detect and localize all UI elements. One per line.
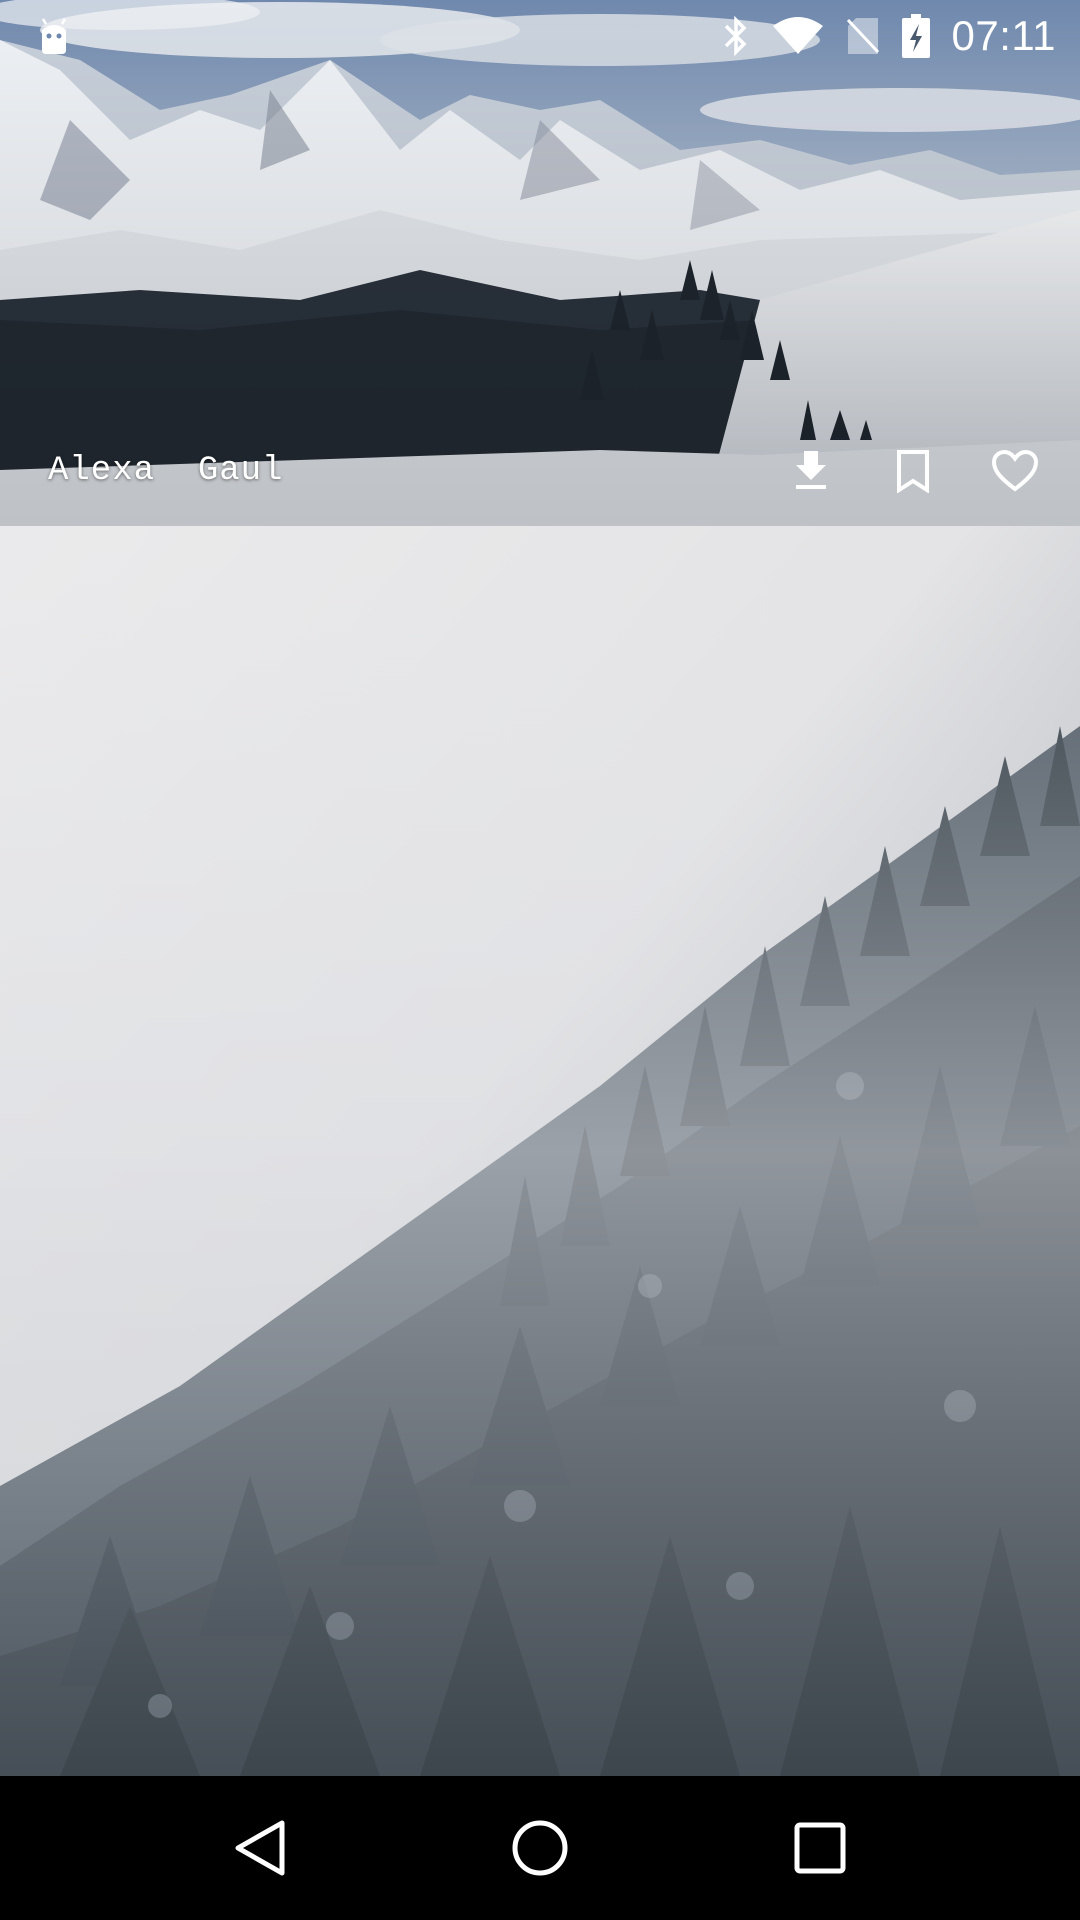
android-debug-icon xyxy=(41,18,67,54)
home-icon xyxy=(512,1820,568,1876)
back-icon xyxy=(235,1820,285,1876)
bluetooth-icon xyxy=(724,15,746,57)
status-bar: 07:11 xyxy=(0,0,1080,72)
heart-icon xyxy=(991,449,1039,492)
status-time: 07:11 xyxy=(951,12,1056,59)
wifi-icon xyxy=(772,17,823,54)
bookmark-button[interactable] xyxy=(888,446,938,496)
screen: Alexa Gaul 07:11 xyxy=(0,0,1080,1920)
back-button[interactable] xyxy=(215,1803,305,1893)
bookmark-icon xyxy=(897,450,929,493)
photo-card-mountains[interactable]: Alexa Gaul xyxy=(0,0,1080,526)
no-sim-icon xyxy=(846,18,879,54)
recents-icon xyxy=(794,1822,846,1874)
navigation-bar xyxy=(0,1776,1080,1920)
author-name[interactable]: Alexa Gaul xyxy=(48,452,283,490)
photo-actions xyxy=(786,446,1040,496)
photo-overlay: Alexa Gaul xyxy=(0,416,1080,526)
battery-charging-icon xyxy=(901,14,930,58)
download-button[interactable] xyxy=(786,446,836,496)
photo-card-forest[interactable] xyxy=(0,526,1080,1776)
recents-button[interactable] xyxy=(775,1803,865,1893)
download-icon xyxy=(796,451,826,489)
home-button[interactable] xyxy=(495,1803,585,1893)
forest-photo xyxy=(0,526,1080,1776)
like-button[interactable] xyxy=(990,446,1040,496)
